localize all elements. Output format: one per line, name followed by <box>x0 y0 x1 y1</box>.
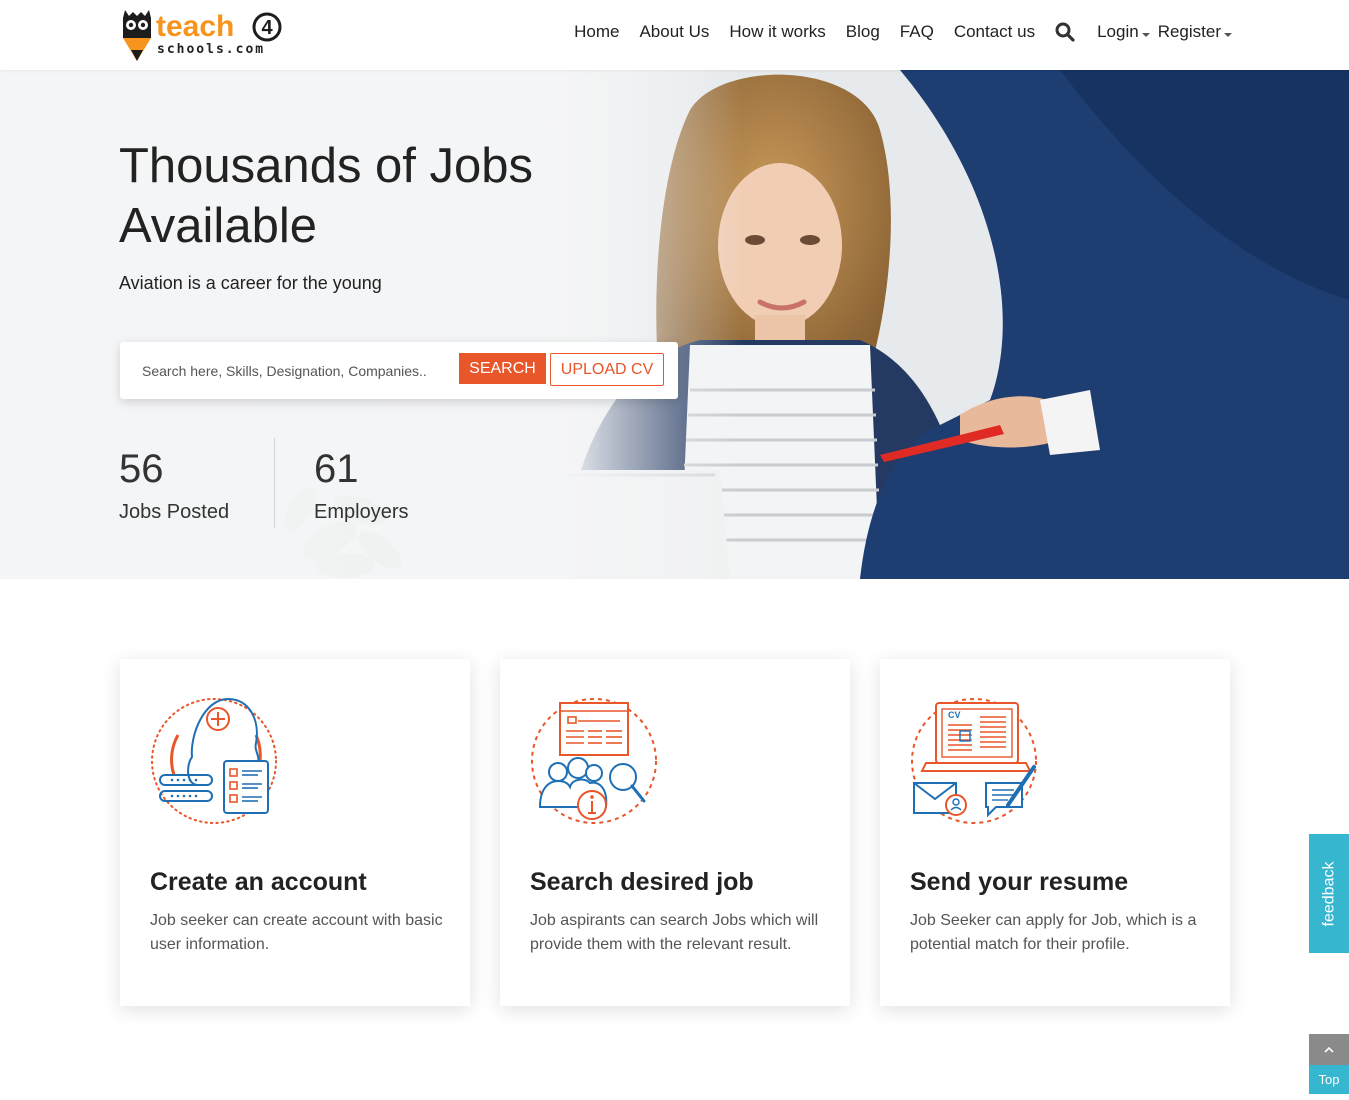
nav-blog[interactable]: Blog <box>846 22 880 42</box>
stat-jobs-posted: 56 Jobs Posted <box>119 445 229 524</box>
hero-banner: Thousands of Jobs Available Aviation is … <box>0 70 1349 579</box>
hero-subtitle: Aviation is a career for the young <box>119 273 382 293</box>
card-title: Send your resume <box>910 868 1129 896</box>
stat-divider <box>274 438 275 528</box>
stat-employers: 61 Employers <box>314 445 408 524</box>
step-card-send-resume: CV Send your resume Job Seeker can apply… <box>880 659 1230 1006</box>
search-input[interactable] <box>132 355 452 387</box>
logo-text-teach: teach <box>156 10 235 43</box>
back-to-top-button[interactable]: Top <box>1309 1034 1349 1094</box>
feedback-label: feedback <box>1320 861 1337 926</box>
search-icon[interactable] <box>1055 22 1075 42</box>
card-description: Job Seeker can apply for Job, which is a… <box>910 912 1197 953</box>
site-header: teach 4 schools.com Home About Us How it… <box>0 0 1349 70</box>
site-logo[interactable]: teach 4 schools.com <box>119 8 284 64</box>
resume-laptop-icon: CV <box>911 698 1037 824</box>
nav-home[interactable]: Home <box>574 22 619 42</box>
back-to-top-label: Top <box>1309 1065 1349 1094</box>
stat-value: 61 <box>314 447 359 491</box>
step-card-create-account: Create an account Job seeker can create … <box>120 659 470 1006</box>
card-description: Job seeker can create account with basic… <box>150 912 443 953</box>
nav-register-label: Register <box>1157 22 1221 41</box>
logo-badge-text: 4 <box>261 17 273 39</box>
nav-contact[interactable]: Contact us <box>954 22 1035 42</box>
main-nav: Home About Us How it works Blog FAQ Cont… <box>554 0 1232 64</box>
svg-text:CV: CV <box>948 710 961 720</box>
step-card-search-job: Search desired job Job aspirants can sea… <box>500 659 850 1006</box>
card-title: Search desired job <box>530 868 754 896</box>
nav-faq[interactable]: FAQ <box>900 22 934 42</box>
job-search-icon <box>531 698 657 824</box>
chevron-up-icon <box>1309 1034 1349 1065</box>
card-description: Job aspirants can search Jobs which will… <box>530 912 819 953</box>
search-button[interactable]: SEARCH <box>459 353 546 384</box>
user-profile-icon <box>151 697 277 824</box>
owl-pencil-icon <box>123 10 151 61</box>
nav-how-it-works[interactable]: How it works <box>729 22 825 42</box>
feedback-tab[interactable]: feedback <box>1309 834 1349 953</box>
stat-label: Employers <box>314 501 409 523</box>
logo-badge-icon: 4 <box>252 12 282 42</box>
stat-value: 56 <box>119 447 164 491</box>
nav-login-label: Login <box>1097 22 1139 41</box>
chevron-down-icon <box>1141 33 1150 37</box>
chevron-down-icon <box>1224 33 1232 37</box>
upload-cv-button[interactable]: UPLOAD CV <box>550 353 664 386</box>
stat-label: Jobs Posted <box>119 501 230 523</box>
nav-about[interactable]: About Us <box>639 22 709 42</box>
card-title: Create an account <box>150 868 367 896</box>
hero-title: Thousands of Jobs Available <box>119 139 534 253</box>
logo-text-schools: schools.com <box>157 42 266 57</box>
nav-register[interactable]: Register <box>1158 22 1232 42</box>
job-search-bar: SEARCH UPLOAD CV <box>120 342 678 399</box>
nav-login[interactable]: Login <box>1097 22 1150 42</box>
